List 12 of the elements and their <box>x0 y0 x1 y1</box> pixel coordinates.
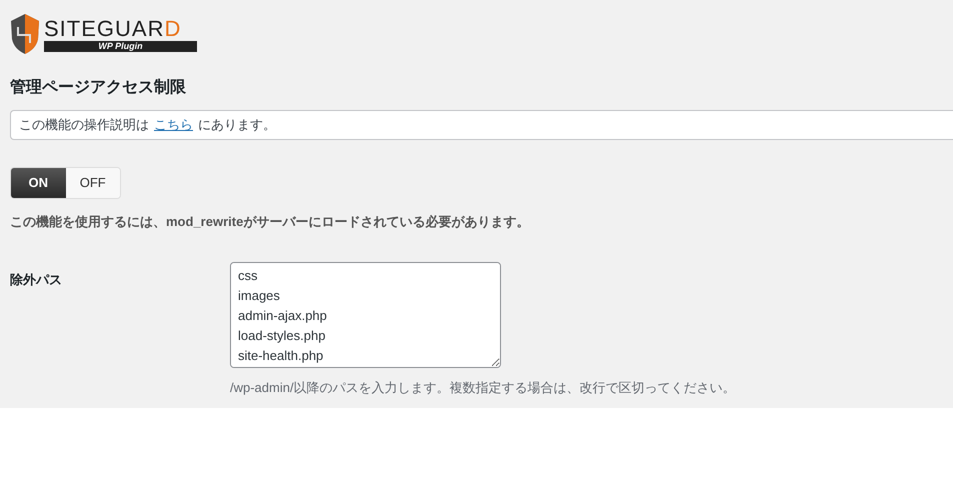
requirement-note: この機能を使用するには、mod_rewriteがサーバーにロードされている必要があります。 <box>10 213 530 231</box>
info-notice: この機能の操作説明は こちら にあります。 <box>10 110 953 140</box>
field-label: 除外パス <box>10 271 63 289</box>
shield-logo-icon <box>10 13 40 55</box>
exclude-paths-field[interactable]: css images admin-ajax.php load-styles.php site-health.php <box>230 262 501 368</box>
toggle-option[interactable]: OFF <box>66 168 120 198</box>
logo-wordmark: SITEGUARD <box>44 16 182 40</box>
logo-tagline: WP Plugin <box>44 40 197 52</box>
toggle-option[interactable]: ON <box>11 168 66 198</box>
help-link[interactable]: こちら <box>154 115 193 135</box>
help-text: /wp-admin/以降のパスを入力します。複数指定する場合は、改行で区切ってください。 <box>230 379 736 397</box>
page-title: 管理ページアクセス制限 <box>10 78 187 98</box>
